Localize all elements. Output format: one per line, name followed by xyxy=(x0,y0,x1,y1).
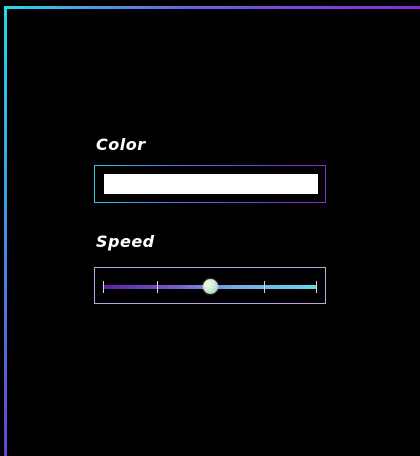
panel-left-border xyxy=(4,6,7,456)
speed-slider-tick xyxy=(157,281,158,293)
color-label: Color xyxy=(96,135,146,154)
panel-top-border xyxy=(4,6,420,9)
speed-slider-thumb[interactable] xyxy=(202,279,218,294)
app-panel xyxy=(4,6,420,456)
color-field[interactable] xyxy=(94,165,326,203)
speed-slider-tick xyxy=(103,281,104,293)
color-swatch[interactable] xyxy=(104,174,318,194)
speed-slider-tick xyxy=(316,281,317,293)
speed-slider[interactable] xyxy=(94,267,326,304)
speed-label: Speed xyxy=(96,232,155,251)
speed-slider-tick xyxy=(264,281,265,293)
